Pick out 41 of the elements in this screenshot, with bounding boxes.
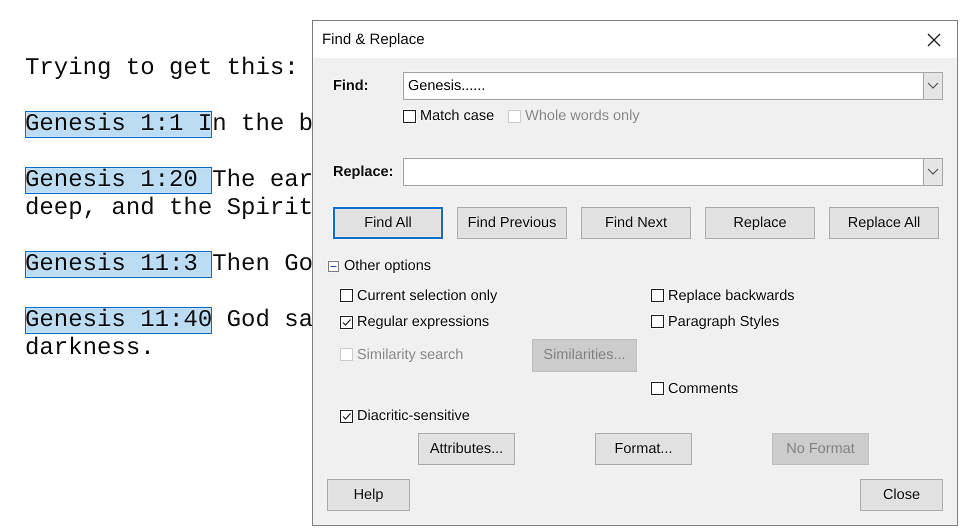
field-label: Find:	[333, 78, 370, 94]
checkbox[interactable]: Current selection only	[340, 286, 498, 306]
dialog-button[interactable]: Close	[860, 479, 943, 511]
minus-icon	[328, 260, 339, 272]
dropdown-icon	[927, 168, 939, 176]
checkbox[interactable]: Regular expressions	[340, 312, 490, 332]
document-text: Then Go	[212, 251, 314, 278]
document-text: deep, and the Spirit	[25, 195, 314, 222]
action-button[interactable]: Find Previous	[457, 207, 567, 239]
document-text: n the b	[212, 111, 314, 138]
format-button[interactable]: Attributes...	[418, 433, 515, 465]
text-field[interactable]	[403, 158, 923, 186]
action-button[interactable]: Replace	[705, 207, 815, 239]
checkbox[interactable]: Comments	[651, 378, 738, 399]
checkbox[interactable]: Replace backwards	[651, 286, 795, 306]
text-field[interactable]: Genesis......	[403, 72, 923, 100]
dropdown-button[interactable]	[923, 158, 943, 186]
document-text: The ear	[212, 167, 314, 194]
search-highlight: Genesis 11:3	[25, 251, 212, 278]
close-icon	[926, 32, 942, 48]
format-button[interactable]: Format...	[595, 433, 692, 465]
search-highlight: Genesis 11:40	[25, 307, 212, 334]
checkbox[interactable]: Match case	[403, 106, 494, 126]
field-label: Replace:	[333, 164, 394, 180]
checkbox[interactable]: Diacritic-sensitive	[340, 406, 470, 426]
action-button[interactable]: Find Next	[581, 207, 691, 239]
expander-toggle[interactable]: Other options	[328, 257, 943, 275]
document-text: God sa	[226, 307, 314, 334]
window-title: Find & Replace	[322, 31, 425, 48]
dropdown-icon	[927, 82, 939, 90]
dropdown-button[interactable]	[923, 72, 943, 100]
check-icon	[341, 316, 352, 328]
checkbox[interactable]: Paragraph Styles	[651, 312, 780, 332]
search-highlight: Genesis 1:20	[25, 167, 212, 194]
action-button[interactable]: Find All	[333, 207, 443, 239]
document-text: Trying to get this:	[25, 55, 299, 82]
document-text: darkness.	[25, 335, 155, 362]
action-button[interactable]: Replace All	[829, 207, 939, 239]
check-icon	[341, 410, 352, 422]
search-highlight: Genesis 1:1 I	[25, 111, 212, 138]
dialog-button[interactable]: Help	[327, 479, 410, 511]
